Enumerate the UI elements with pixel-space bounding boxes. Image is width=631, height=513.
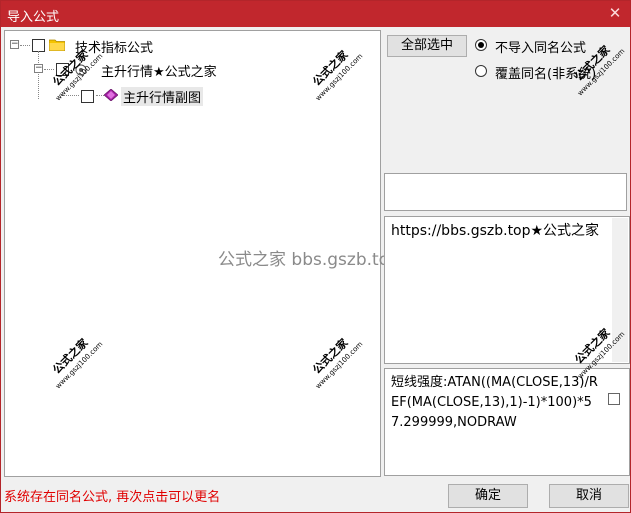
tree-connector (44, 69, 54, 70)
confirm-button[interactable]: 确定 (448, 484, 528, 508)
collapse-icon[interactable]: − (10, 40, 19, 49)
formula-tree[interactable]: − 技术指标公式 − 主升行情★公式之家 主升行情副图 公式之家 www.gsz… (4, 30, 381, 477)
watermark-stamp: 公式之家 www.gszj100.com (50, 336, 105, 391)
radio-overwrite-button[interactable] (475, 65, 487, 77)
radio-no-import[interactable]: 不导入同名公式 (475, 36, 625, 56)
empty-field[interactable] (384, 173, 627, 211)
tree-node-leaf[interactable]: 主升行情副图 (5, 85, 375, 106)
status-message: 系统存在同名公式, 再次点击可以更名 (4, 490, 221, 505)
formula-group-icon (75, 64, 87, 76)
tree-connector (20, 45, 30, 46)
dialog-title: 导入公式 (7, 10, 60, 25)
title-bar: 导入公式 ✕ (1, 1, 630, 27)
cancel-button[interactable]: 取消 (549, 484, 629, 508)
description-box[interactable]: https://bbs.gszb.top★公式之家 (384, 216, 630, 364)
child-checkbox[interactable] (56, 63, 69, 76)
close-icon[interactable]: ✕ (606, 4, 624, 22)
folder-icon (49, 39, 65, 51)
tree-node-root[interactable]: − 技术指标公式 (5, 35, 375, 56)
radio-overwrite[interactable]: 覆盖同名(非系统) (475, 62, 625, 82)
select-all-button[interactable]: 全部选中 (387, 35, 467, 57)
root-label: 技术指标公式 (75, 41, 154, 56)
formula-icon (104, 89, 118, 101)
radio-no-import-button[interactable] (475, 39, 487, 51)
leaf-checkbox[interactable] (81, 90, 94, 103)
formula-box[interactable]: 短线强度:ATAN((MA(CLOSE,13)/REF(MA(CLOSE,13)… (384, 368, 630, 476)
watermark-stamp: 公式之家 www.gszj100.com (310, 336, 365, 391)
tree-node-child[interactable]: − 主升行情★公式之家 (5, 59, 375, 80)
collapse-icon[interactable]: − (34, 64, 43, 73)
leaf-label: 主升行情副图 (121, 87, 204, 106)
formula-text: 短线强度:ATAN((MA(CLOSE,13)/REF(MA(CLOSE,13)… (391, 375, 598, 430)
radio-overwrite-label: 覆盖同名(非系统) (495, 67, 597, 82)
tree-connector (96, 95, 104, 96)
import-formula-dialog: 导入公式 ✕ − 技术指标公式 − 主升行情★公式之家 主升行情副图 公式之家 … (0, 0, 631, 513)
formula-checkbox[interactable] (608, 393, 620, 405)
scrollbar[interactable] (612, 218, 628, 362)
tree-connector (61, 95, 79, 96)
description-text: https://bbs.gszb.top★公式之家 (391, 223, 600, 239)
child-label: 主升行情★公式之家 (101, 65, 217, 80)
radio-no-import-label: 不导入同名公式 (495, 41, 587, 56)
